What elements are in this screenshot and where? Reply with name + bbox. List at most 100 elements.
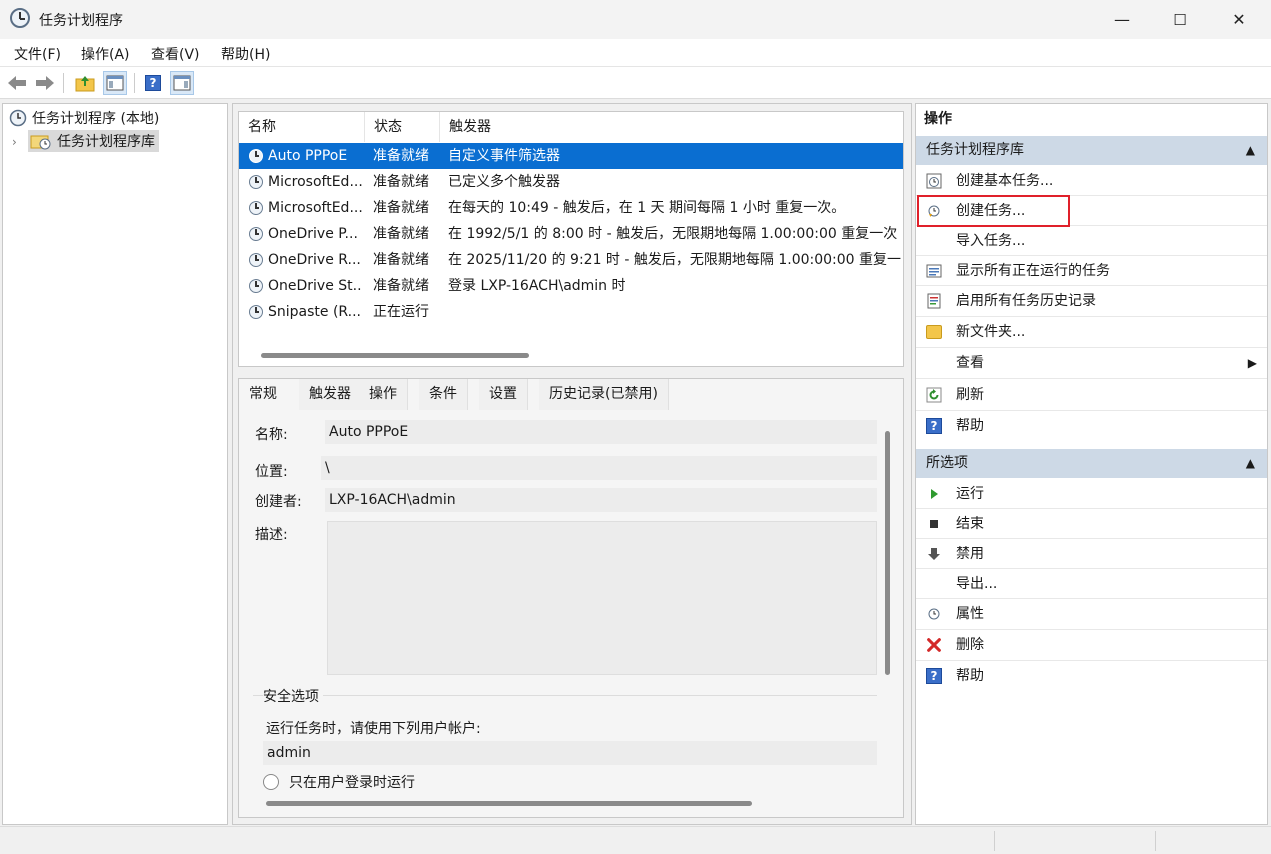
action-help-selected[interactable]: ? 帮助 [916,661,1267,691]
tree-item-library[interactable]: 任务计划程序库 [28,130,159,152]
properties-clock-icon [926,606,942,622]
task-status: 准备就绪 [373,252,429,268]
clock-icon [249,253,263,267]
action-refresh[interactable]: 刷新 [916,380,1267,410]
create-task-highlight-box [917,195,1070,227]
description-field[interactable] [327,521,877,675]
action-delete[interactable]: 删除 [916,630,1267,660]
maximize-button[interactable]: ☐ [1151,0,1209,39]
action-properties[interactable]: 属性 [916,599,1267,629]
back-arrow-icon[interactable] [5,71,29,95]
horizontal-scrollbar[interactable] [266,801,752,806]
run-as-label: 运行任务时，请使用下列用户帐户: [266,721,481,737]
new-folder-icon [926,324,942,340]
action-label: 结束 [956,516,984,532]
status-bar [0,826,1271,854]
task-status: 准备就绪 [373,200,429,216]
tab-settings[interactable]: 设置 [479,379,528,410]
tab-history[interactable]: 历史记录(已禁用) [539,379,669,410]
divider [916,378,1267,379]
close-button[interactable]: ✕ [1210,0,1268,39]
action-run[interactable]: 运行 [916,479,1267,509]
task-trigger: 在每天的 10:49 - 触发后，在 1 天 期间每隔 1 小时 重复一次。 [448,200,846,216]
action-new-folder[interactable]: 新文件夹... [916,317,1267,347]
task-status: 准备就绪 [373,226,429,242]
run-only-when-logged-on-radio[interactable] [263,774,279,790]
tab-triggers[interactable]: 触发器 [299,379,362,410]
task-detail-pane: 常规 触发器 操作 条件 设置 历史记录(已禁用) 名称: Auto PPPoE… [238,378,904,818]
collapse-caret-icon[interactable]: ▲ [1246,136,1255,165]
menu-action[interactable]: 操作(A) [81,44,130,64]
show-hide-action-pane-icon[interactable] [170,71,194,95]
action-export[interactable]: 导出... [916,569,1267,599]
task-trigger: 已定义多个触发器 [448,174,560,190]
run-play-icon [926,486,942,502]
location-field[interactable]: \ [321,456,877,480]
action-label: 删除 [956,637,984,653]
column-header-trigger[interactable]: 触发器 [440,112,903,142]
table-row[interactable]: OneDrive P... 准备就绪 在 1992/5/1 的 8:00 时 -… [239,221,903,247]
column-header-name[interactable]: 名称 [239,112,365,142]
action-disable[interactable]: 禁用 [916,539,1267,569]
expand-chevron-icon[interactable]: › [12,135,17,149]
minimize-button[interactable]: — [1093,0,1151,39]
table-row[interactable]: Auto PPPoE 准备就绪 自定义事件筛选器 [239,143,903,169]
security-options-title: 安全选项 [263,686,323,706]
menu-bar: 文件(F) 操作(A) 查看(V) 帮助(H) [0,39,1271,67]
task-status: 准备就绪 [373,174,429,190]
action-end[interactable]: 结束 [916,509,1267,539]
table-row[interactable]: OneDrive R... 准备就绪 在 2025/11/20 的 9:21 时… [239,247,903,273]
task-list: 名称 状态 触发器 Auto PPPoE 准备就绪 自定义事件筛选器 Micro… [238,111,904,367]
menu-view[interactable]: 查看(V) [151,44,200,64]
tab-conditions[interactable]: 条件 [419,379,468,410]
action-enable-history[interactable]: 启用所有任务历史记录 [916,286,1267,316]
actions-group-library[interactable]: 任务计划程序库 ▲ [916,136,1267,165]
run-as-user-field[interactable]: admin [263,741,877,765]
column-header-status[interactable]: 状态 [365,112,440,142]
action-label: 帮助 [956,418,984,434]
action-help-library[interactable]: ? 帮助 [916,411,1267,441]
action-view[interactable]: 查看 ▶ [916,348,1267,378]
run-only-when-logged-on-label: 只在用户登录时运行 [289,775,415,791]
history-icon [926,293,942,309]
window-title: 任务计划程序 [39,13,123,29]
table-row[interactable]: Snipaste (R... 正在运行 [239,299,903,325]
vertical-scrollbar[interactable] [885,431,890,675]
forward-arrow-icon[interactable] [33,71,57,95]
author-label: 创建者: [255,494,302,510]
author-field[interactable]: LXP-16ACH\admin [325,488,877,512]
tree-item-root[interactable]: 任务计划程序 (本地) [9,107,159,129]
task-name: Snipaste (R... [268,304,362,320]
menu-help[interactable]: 帮助(H) [221,44,270,64]
action-import-task[interactable]: 导入任务... [916,226,1267,256]
task-status: 准备就绪 [373,278,429,294]
task-name: Auto PPPoE [268,148,348,164]
collapse-caret-icon[interactable]: ▲ [1246,449,1255,478]
table-row[interactable]: MicrosoftEd... 准备就绪 在每天的 10:49 - 触发后，在 1… [239,195,903,221]
table-row[interactable]: MicrosoftEd... 准备就绪 已定义多个触发器 [239,169,903,195]
up-folder-icon[interactable] [73,71,97,95]
help-icon[interactable]: ? [141,71,165,95]
help-icon: ? [926,418,942,434]
name-label: 名称: [255,427,288,443]
group-library-label: 任务计划程序库 [926,142,1024,158]
tab-actions[interactable]: 操作 [359,379,408,410]
task-trigger [448,299,903,325]
show-hide-console-tree-icon[interactable] [103,71,127,95]
menu-file[interactable]: 文件(F) [14,44,61,64]
table-row[interactable]: OneDrive St... 准备就绪 登录 LXP-16ACH\admin 时 [239,273,903,299]
tab-general[interactable]: 常规 [239,379,287,410]
task-trigger: 登录 LXP-16ACH\admin 时 [448,278,626,294]
action-display-running-tasks[interactable]: 显示所有正在运行的任务 [916,256,1267,286]
action-label: 刷新 [956,387,984,403]
action-label: 启用所有任务历史记录 [956,293,1096,309]
actions-header: 操作 [916,104,1267,134]
name-field[interactable]: Auto PPPoE [325,420,877,444]
stop-icon [926,516,942,532]
tree-root-label: 任务计划程序 (本地) [32,111,160,127]
action-create-basic-task[interactable]: 创建基本任务... [916,166,1267,196]
detail-tabs: 常规 触发器 操作 条件 设置 历史记录(已禁用) [239,379,903,410]
actions-group-selected[interactable]: 所选项 ▲ [916,449,1267,478]
horizontal-scrollbar[interactable] [261,353,529,358]
task-trigger: 自定义事件筛选器 [448,148,560,164]
